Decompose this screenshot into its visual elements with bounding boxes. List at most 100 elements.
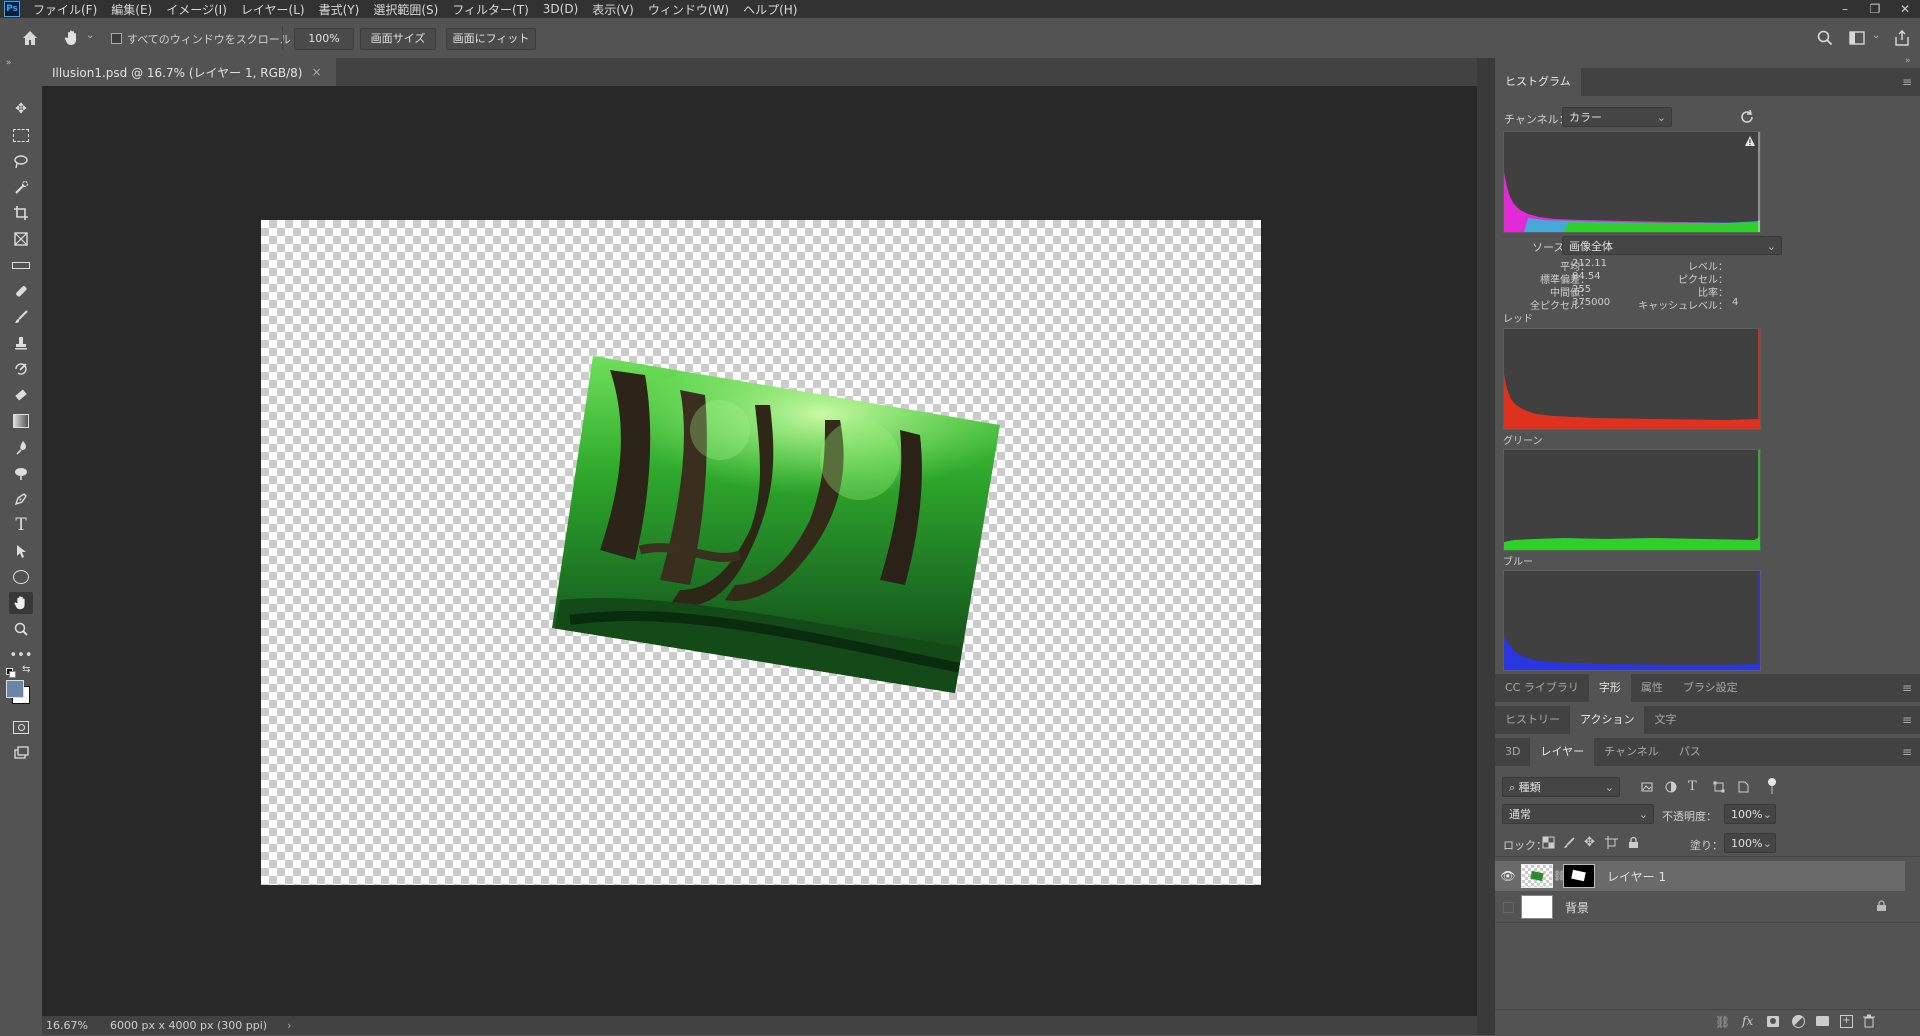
tab-properties[interactable]: 属性 <box>1631 674 1673 702</box>
status-menu-icon[interactable]: › <box>287 1019 291 1032</box>
collapse-panels-icon[interactable]: » <box>6 58 12 68</box>
refresh-icon[interactable] <box>1738 108 1756 126</box>
lock-pixels-icon[interactable] <box>1563 836 1576 849</box>
delete-layer-icon[interactable] <box>1863 1014 1875 1031</box>
blur-tool-icon[interactable] <box>9 436 33 458</box>
panel-menu-icon[interactable]: ≡ <box>1902 68 1912 96</box>
blend-mode-select[interactable]: 通常 ⌄ <box>1502 804 1654 824</box>
adjustment-layer-icon[interactable] <box>1792 1015 1805 1028</box>
layer-row-layer1[interactable]: 👁 ⛓ レイヤー 1 <box>1495 861 1905 891</box>
crop-tool-icon[interactable] <box>9 202 33 224</box>
path-select-tool-icon[interactable] <box>9 540 33 562</box>
eyedropper-ruler-tool-icon[interactable] <box>9 254 33 276</box>
tab-histogram[interactable]: ヒストグラム <box>1495 68 1581 96</box>
swap-colors-icon[interactable]: ⇆ <box>22 664 30 675</box>
tab-3d[interactable]: 3D <box>1495 738 1530 766</box>
tab-actions[interactable]: アクション <box>1570 706 1645 734</box>
tab-character[interactable]: 文字 <box>1644 706 1686 734</box>
menu-type[interactable]: 書式(Y) <box>312 1 367 18</box>
ellipse-tool-icon[interactable] <box>9 566 33 588</box>
forest-layer-image[interactable] <box>540 350 1020 700</box>
filter-shape-icon[interactable] <box>1712 780 1726 794</box>
quick-select-tool-icon[interactable] <box>9 176 33 198</box>
menu-file[interactable]: ファイル(F) <box>26 1 104 18</box>
lasso-tool-icon[interactable] <box>9 150 33 172</box>
new-layer-icon[interactable]: + <box>1840 1015 1853 1028</box>
status-zoom[interactable]: 16.67% <box>46 1019 88 1032</box>
zoom-100-button[interactable]: 100% <box>294 28 354 50</box>
pen-tool-icon[interactable] <box>9 488 33 510</box>
history-brush-tool-icon[interactable] <box>9 358 33 380</box>
lock-transparent-icon[interactable] <box>1542 836 1555 849</box>
type-tool-icon[interactable]: T <box>9 514 33 536</box>
search-icon[interactable] <box>1815 28 1835 48</box>
brush-tool-icon[interactable] <box>9 306 33 328</box>
menu-image[interactable]: イメージ(I) <box>159 1 234 18</box>
tab-glyphs[interactable]: 字形 <box>1588 674 1631 702</box>
filter-adjustment-icon[interactable] <box>1664 780 1678 794</box>
layer-row-background[interactable]: 背景 <box>1495 892 1905 922</box>
share-icon[interactable] <box>1892 28 1912 48</box>
move-tool-icon[interactable]: ✥ <box>9 98 33 120</box>
chevron-down-icon[interactable]: ⌄ <box>1872 30 1880 41</box>
minimize-button[interactable]: – <box>1830 0 1860 18</box>
scroll-all-checkbox[interactable] <box>111 33 122 44</box>
tab-brush-settings[interactable]: ブラシ設定 <box>1673 674 1748 702</box>
layer-thumbnail[interactable] <box>1521 864 1553 888</box>
opacity-input[interactable]: 100% ⌄ <box>1724 804 1776 824</box>
default-colors-icon[interactable] <box>6 668 16 678</box>
menu-help[interactable]: ヘルプ(H) <box>736 1 804 18</box>
hand-tool-icon[interactable] <box>9 592 33 614</box>
fx-icon[interactable]: fx <box>1742 1014 1753 1028</box>
lock-artboard-icon[interactable] <box>1605 836 1618 849</box>
panel-menu-icon[interactable]: ≡ <box>1902 738 1912 766</box>
restore-button[interactable]: ❐ <box>1860 0 1890 18</box>
link-icon[interactable]: ⛓ <box>1553 871 1566 882</box>
menu-view[interactable]: 表示(V) <box>585 1 641 18</box>
close-window-button[interactable]: ✕ <box>1890 0 1920 18</box>
more-tools-icon[interactable]: ••• <box>9 644 33 666</box>
visibility-toggle-empty[interactable] <box>1495 901 1521 913</box>
filter-pixel-icon[interactable] <box>1640 780 1654 794</box>
collapse-dock-icon[interactable]: » <box>1905 56 1911 66</box>
workspace-icon[interactable] <box>1847 28 1867 48</box>
fill-input[interactable]: 100% ⌄ <box>1724 833 1776 853</box>
tab-cc-libraries[interactable]: CC ライブラリ <box>1495 674 1589 702</box>
tab-layers[interactable]: レイヤー <box>1530 738 1595 766</box>
tab-paths[interactable]: パス <box>1669 738 1711 766</box>
layer-name[interactable]: レイヤー 1 <box>1607 868 1666 885</box>
source-select[interactable]: 画像全体 ⌄ <box>1562 236 1782 255</box>
eraser-tool-icon[interactable] <box>9 384 33 406</box>
eye-icon[interactable]: 👁 <box>1495 869 1521 883</box>
panel-menu-icon[interactable]: ≡ <box>1902 674 1912 702</box>
warning-icon[interactable] <box>1744 135 1756 147</box>
chevron-down-icon[interactable]: ⌄ <box>86 30 94 41</box>
filter-toggle-icon[interactable] <box>1768 778 1776 786</box>
fit-screen-button[interactable]: 画面サイズ <box>360 28 436 50</box>
screen-mode-icon[interactable] <box>9 742 33 764</box>
layer-filter-select[interactable]: ⌕ 種類 ⌄ <box>1502 777 1620 797</box>
new-group-icon[interactable] <box>1816 1016 1829 1026</box>
menu-select[interactable]: 選択範囲(S) <box>366 1 445 18</box>
menu-layer[interactable]: レイヤー(L) <box>234 1 312 18</box>
document-tab[interactable]: Illusion1.psd @ 16.7% (レイヤー 1, RGB/8) × <box>42 58 336 86</box>
menu-window[interactable]: ウィンドウ(W) <box>641 1 736 18</box>
menu-3d[interactable]: 3D(D) <box>536 2 585 16</box>
menu-edit[interactable]: 編集(E) <box>104 1 159 18</box>
tab-channels[interactable]: チャンネル <box>1594 738 1669 766</box>
marquee-tool-icon[interactable] <box>9 124 33 146</box>
home-icon[interactable] <box>20 28 40 48</box>
channel-select[interactable]: カラー ⌄ <box>1562 107 1672 127</box>
layer-name[interactable]: 背景 <box>1565 899 1589 916</box>
menu-filter[interactable]: フィルター(T) <box>445 1 535 18</box>
stamp-tool-icon[interactable] <box>9 332 33 354</box>
quick-mask-icon[interactable] <box>9 716 33 738</box>
fill-screen-button[interactable]: 画面にフィット <box>446 28 536 50</box>
add-mask-icon[interactable] <box>1767 1016 1779 1027</box>
filter-smart-object-icon[interactable] <box>1736 780 1750 794</box>
close-tab-icon[interactable]: × <box>311 65 321 79</box>
layer-thumbnail[interactable] <box>1521 895 1553 919</box>
panel-menu-icon[interactable]: ≡ <box>1902 706 1912 734</box>
lock-position-icon[interactable]: ✥ <box>1584 835 1595 850</box>
tab-history[interactable]: ヒストリー <box>1495 706 1570 734</box>
